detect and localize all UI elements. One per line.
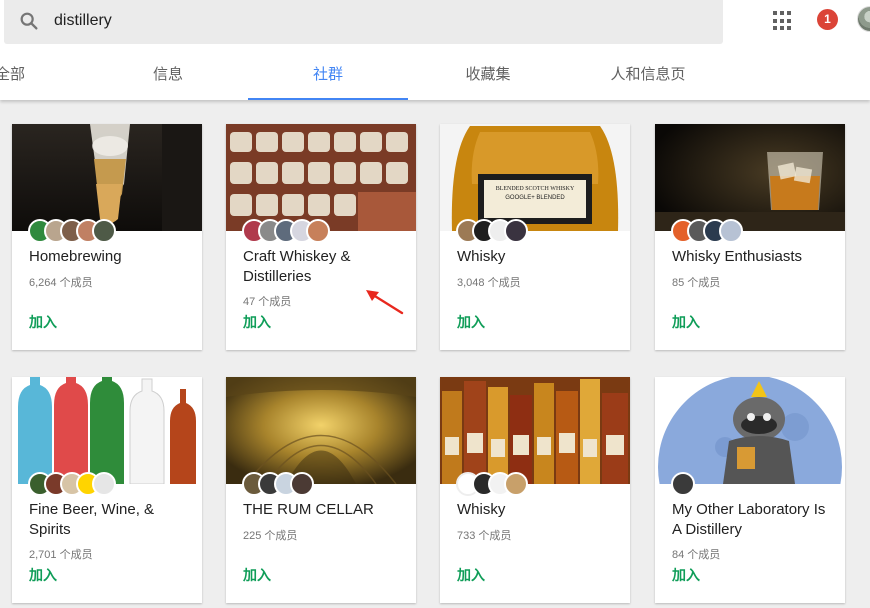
- community-card-fine-beer-wine-spirits[interactable]: Fine Beer, Wine, & Spirits 2,701 个成员 加入: [12, 377, 202, 603]
- community-name: My Other Laboratory Is A Distillery: [672, 501, 826, 538]
- join-button[interactable]: 加入: [243, 565, 271, 585]
- top-bar: 1 全部 信息 社群 收藏集 人和信息页: [0, 0, 870, 100]
- bottle-label-text: BLENDED SCOTCH WHISKY: [496, 186, 575, 192]
- tab-communities[interactable]: 社群: [248, 44, 408, 100]
- community-cover-image: [226, 124, 416, 231]
- member-count: 3,048 个成员: [457, 277, 521, 289]
- join-button[interactable]: 加入: [457, 565, 485, 585]
- tab-collections[interactable]: 收藏集: [448, 44, 528, 100]
- search-input[interactable]: [54, 8, 694, 34]
- member-count: 84 个成员: [672, 549, 721, 561]
- join-button[interactable]: 加入: [29, 565, 57, 585]
- community-cover-image: [12, 377, 202, 484]
- member-count: 733 个成员: [457, 530, 512, 542]
- member-avatars: [671, 219, 743, 245]
- community-cover-image: [655, 377, 845, 484]
- join-button[interactable]: 加入: [672, 312, 700, 332]
- search-icon[interactable]: [18, 10, 40, 32]
- community-card-homebrewing[interactable]: Homebrewing 6,264 个成员 加入: [12, 124, 202, 350]
- member-avatars: [242, 472, 314, 498]
- member-count: 6,264 个成员: [29, 277, 93, 289]
- community-name: Fine Beer, Wine, & Spirits: [29, 501, 155, 538]
- community-cover-image: [440, 377, 630, 484]
- community-cover-image: [12, 124, 202, 231]
- notification-badge[interactable]: 1: [817, 9, 838, 30]
- search-bar[interactable]: [4, 0, 723, 44]
- tab-posts[interactable]: 信息: [128, 44, 208, 100]
- member-count: 225 个成员: [243, 530, 298, 542]
- annotation-arrow: [366, 290, 404, 315]
- member-avatars: [671, 472, 695, 498]
- member-avatars: [242, 219, 330, 245]
- community-card-whisky-2[interactable]: Whisky 733 个成员 加入: [440, 377, 630, 603]
- community-name: Whisky: [457, 248, 506, 265]
- join-button[interactable]: 加入: [672, 565, 700, 585]
- community-cover-image: [226, 377, 416, 484]
- member-count: 85 个成员: [672, 277, 721, 289]
- community-cover-image: BLENDED SCOTCH WHISKY GOOGLE+ BLENDED: [440, 124, 630, 231]
- community-name: Craft Whiskey & Distilleries: [243, 248, 351, 285]
- member-count: 47 个成员: [243, 296, 292, 308]
- community-name: THE RUM CELLAR: [243, 501, 374, 518]
- member-avatars: [28, 472, 116, 498]
- join-button[interactable]: 加入: [29, 312, 57, 332]
- tab-all[interactable]: 全部: [0, 44, 25, 100]
- join-button[interactable]: 加入: [457, 312, 485, 332]
- community-name: Homebrewing: [29, 248, 122, 265]
- account-avatar[interactable]: [857, 6, 870, 32]
- member-avatars: [28, 219, 116, 245]
- community-card-rum-cellar[interactable]: THE RUM CELLAR 225 个成员 加入: [226, 377, 416, 603]
- member-count: 2,701 个成员: [29, 549, 93, 561]
- community-card-my-other-laboratory[interactable]: My Other Laboratory Is A Distillery 84 个…: [655, 377, 845, 603]
- community-name: Whisky: [457, 501, 506, 518]
- search-tabs: 全部 信息 社群 收藏集 人和信息页: [0, 44, 870, 100]
- community-name: Whisky Enthusiasts: [672, 248, 803, 265]
- community-card-whisky[interactable]: BLENDED SCOTCH WHISKY GOOGLE+ BLENDED Wh…: [440, 124, 630, 350]
- active-tab-indicator: [248, 98, 408, 100]
- community-cover-image: [655, 124, 845, 231]
- join-button[interactable]: 加入: [243, 312, 271, 332]
- apps-grid-icon[interactable]: [773, 11, 793, 31]
- bottle-label-text: GOOGLE+ BLENDED: [505, 195, 565, 201]
- member-avatars: [456, 219, 528, 245]
- community-card-whisky-enthusiasts[interactable]: Whisky Enthusiasts 85 个成员 加入: [655, 124, 845, 350]
- member-avatars: [456, 472, 528, 498]
- tab-people-pages[interactable]: 人和信息页: [598, 44, 698, 100]
